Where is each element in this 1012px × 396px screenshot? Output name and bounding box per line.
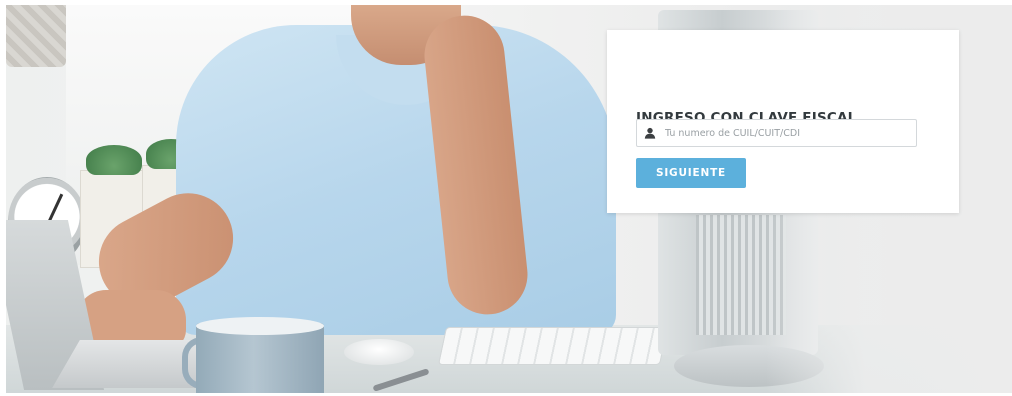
lamp-shade	[6, 5, 66, 67]
next-button[interactable]: SIGUIENTE	[636, 158, 746, 188]
login-page: INGRESO CON CLAVE FISCAL SIGUIENTE	[0, 0, 1012, 396]
cuit-input[interactable]	[663, 121, 916, 145]
succulent-plant	[86, 145, 142, 175]
user-icon	[637, 120, 663, 146]
mug-rim	[196, 317, 324, 335]
computer-mouse	[344, 339, 414, 365]
login-card: INGRESO CON CLAVE FISCAL SIGUIENTE	[607, 30, 959, 213]
cuit-input-group[interactable]	[636, 119, 917, 147]
desk-keyboard	[437, 327, 669, 365]
